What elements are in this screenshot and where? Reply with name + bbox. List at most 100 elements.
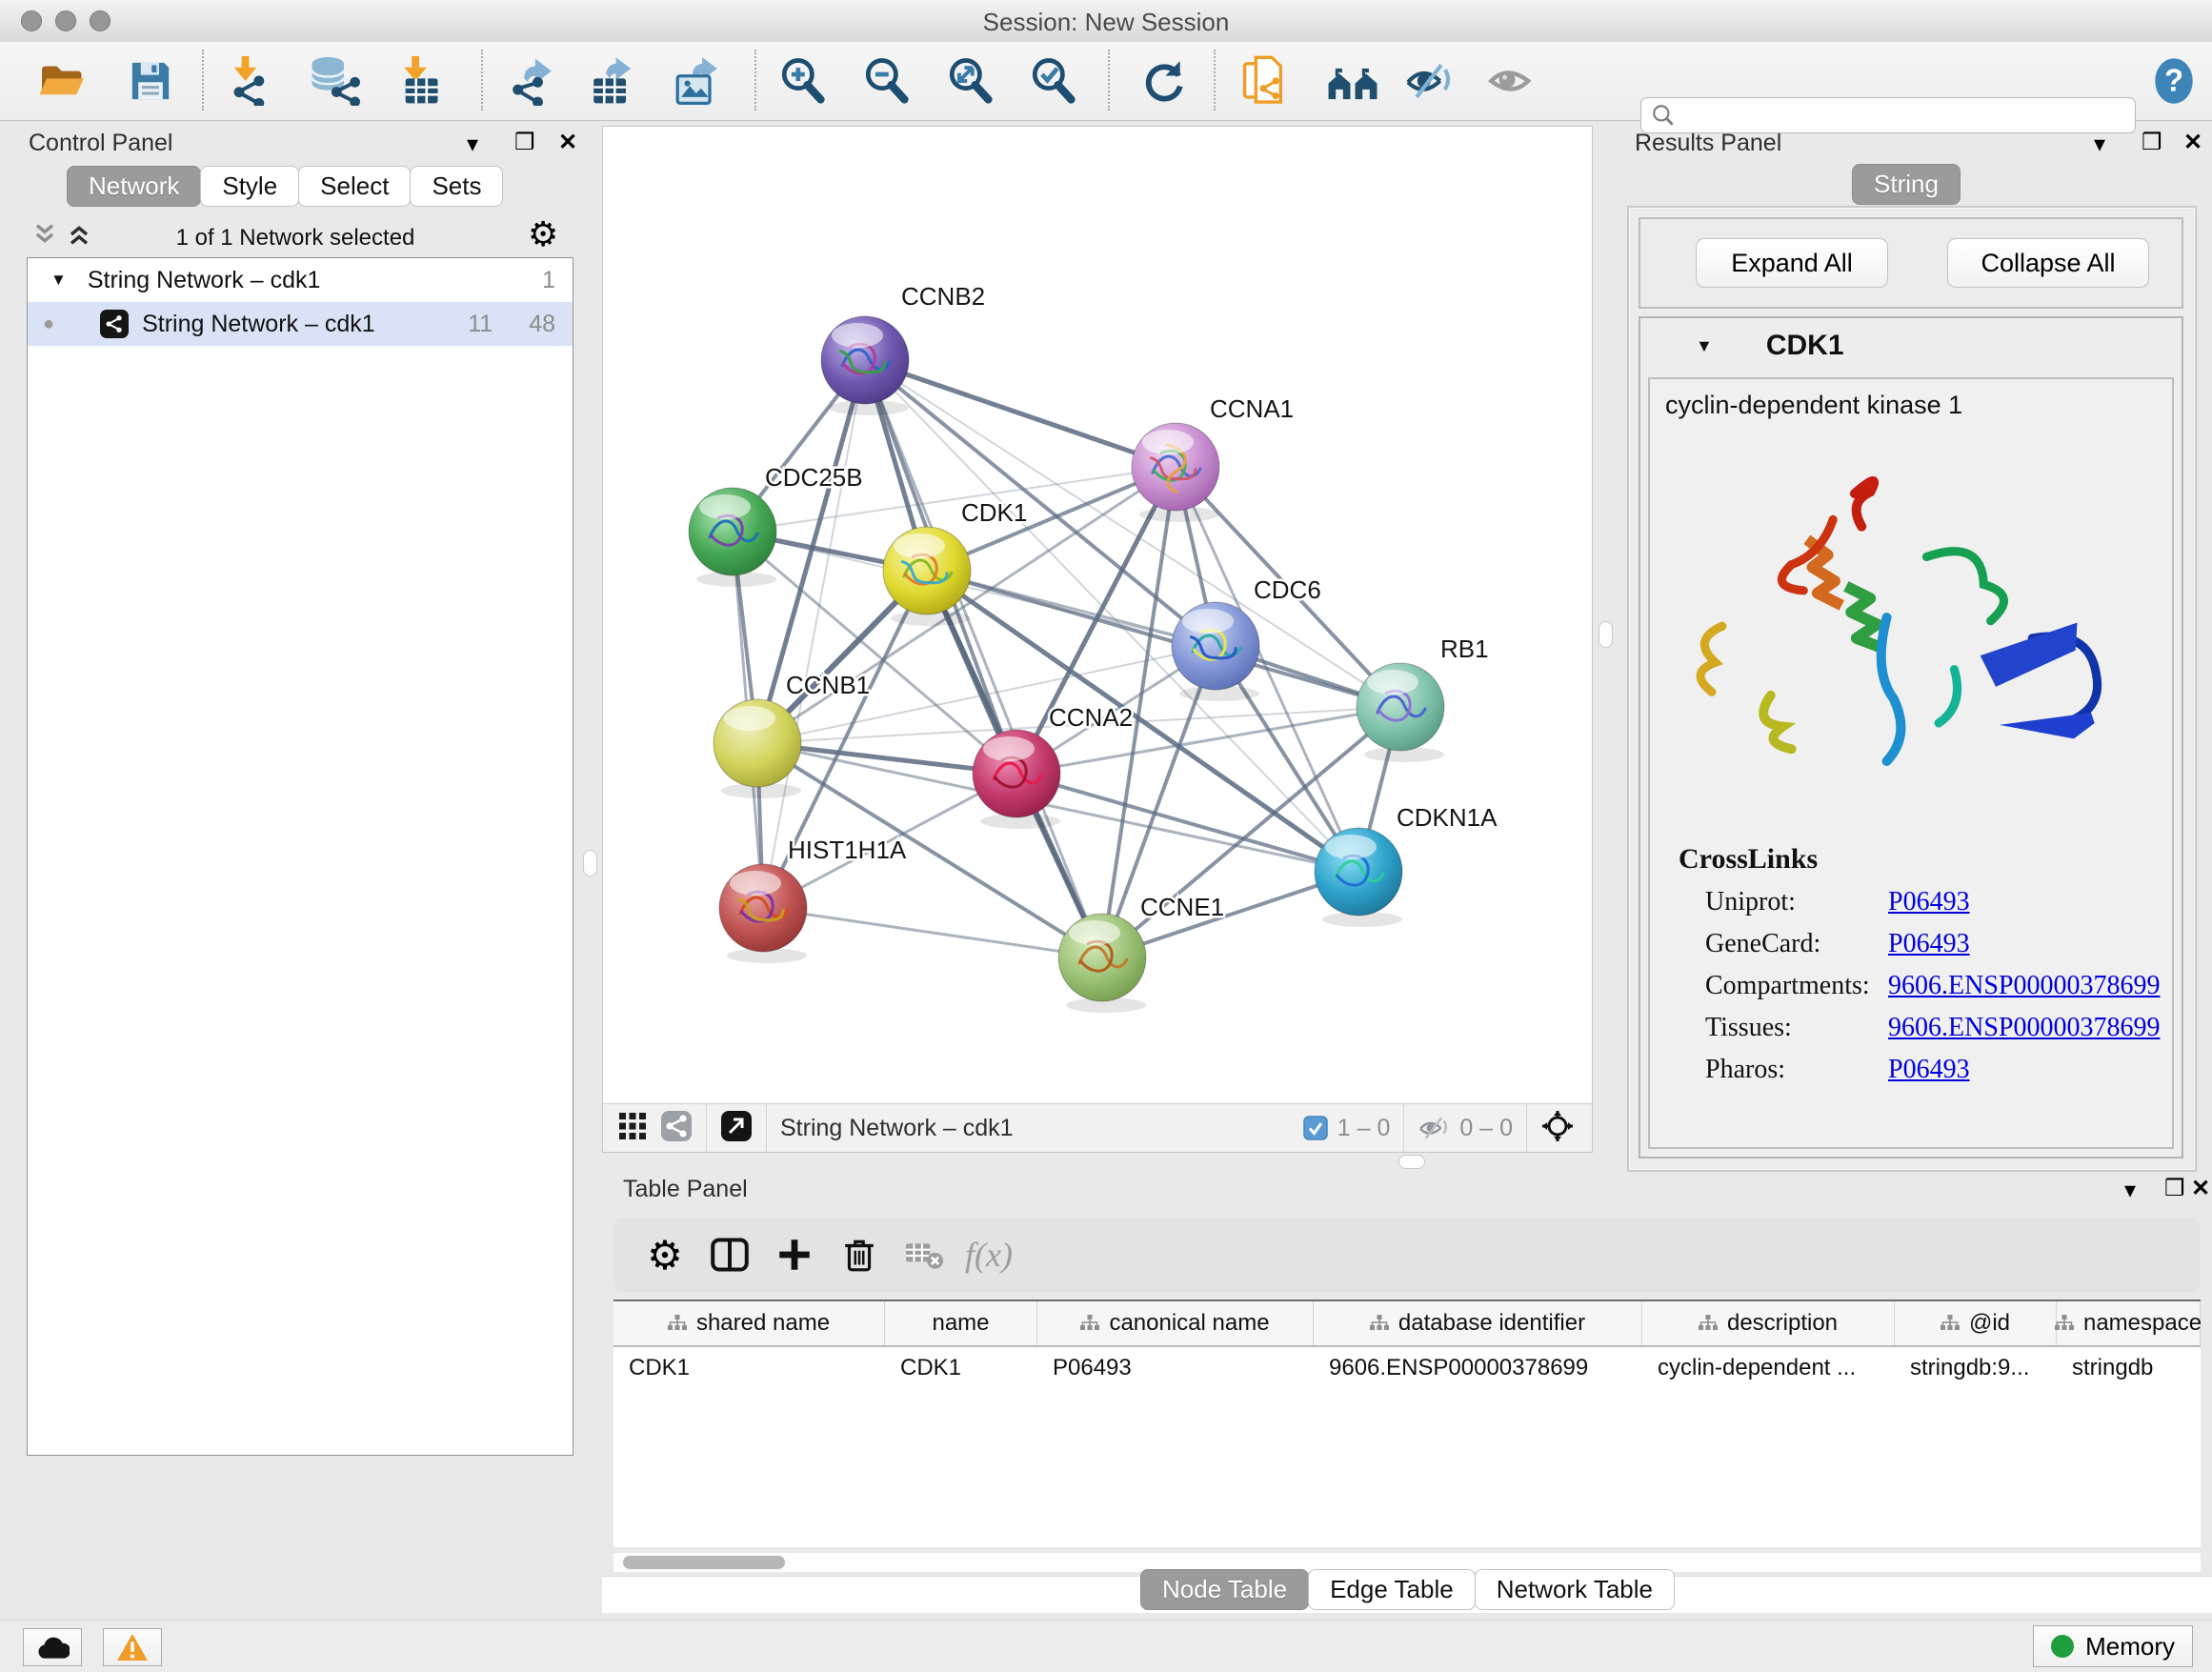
splitter-handle[interactable] [1398, 1155, 1425, 1169]
node-CDKN1A[interactable] [1315, 828, 1402, 927]
scrollbar-thumb[interactable] [623, 1556, 785, 1569]
expand-all-button[interactable]: Expand All [1696, 238, 1888, 288]
table-cell[interactable]: 9606.ENSP00000378699 [1314, 1347, 1642, 1389]
import-network-from-file-button[interactable] [223, 54, 280, 108]
table-cell[interactable]: CDK1 [613, 1347, 885, 1389]
node-CCNA1[interactable] [1132, 423, 1219, 522]
import-network-from-database-button[interactable] [307, 54, 364, 108]
hidden-eye-slash-icon[interactable] [1418, 1115, 1450, 1141]
tab-node-table[interactable]: Node Table [1140, 1569, 1309, 1610]
column-header-label: @id [1969, 1310, 2010, 1337]
detach-view-icon[interactable] [720, 1110, 753, 1147]
table-settings-gear-icon[interactable]: ⚙ [633, 1226, 697, 1283]
close-panel-icon[interactable]: ✕ [2183, 131, 2202, 154]
splitter-handle[interactable] [1599, 621, 1613, 648]
float-panel-icon[interactable]: ❒ [2142, 131, 2162, 154]
new-network-from-selection-button[interactable] [1238, 54, 1296, 108]
column-header--id[interactable]: @id [1895, 1301, 2057, 1345]
card-expander-icon[interactable]: ▼ [1696, 336, 1713, 356]
table-row[interactable]: CDK1CDK1P064939606.ENSP00000378699cyclin… [613, 1347, 2201, 1389]
column-header-namespace[interactable]: namespace [2057, 1301, 2201, 1345]
table-cell[interactable]: cyclin-dependent ... [1642, 1347, 1895, 1389]
tab-style[interactable]: Style [200, 166, 299, 207]
table-cell[interactable]: P06493 [1037, 1347, 1314, 1389]
first-neighbors-button[interactable] [1324, 54, 1381, 108]
tab-network[interactable]: Network [67, 166, 201, 207]
apply-preferred-layout-button[interactable] [1136, 54, 1193, 108]
edge-HIST1H1A-CCNE1[interactable] [763, 908, 1102, 957]
import-table-from-file-button[interactable] [391, 54, 448, 108]
open-session-button[interactable] [34, 54, 91, 108]
column-header-name[interactable]: name [885, 1301, 1037, 1345]
export-network-button[interactable] [503, 54, 560, 108]
zoom-in-button[interactable] [774, 54, 831, 108]
crosslink-link[interactable]: P06493 [1888, 887, 1970, 917]
edge-CCNB2-CCNE1[interactable] [865, 360, 1102, 957]
node-HIST1H1A[interactable] [719, 864, 807, 963]
export-image-button[interactable] [669, 54, 726, 108]
float-panel-icon[interactable]: ❒ [2164, 1178, 2185, 1200]
memory-button[interactable]: Memory [2033, 1625, 2193, 1667]
column-header-shared-name[interactable]: shared name [613, 1301, 885, 1345]
edge-CCNB2-CCNA1[interactable] [865, 360, 1176, 467]
node-CDC25B[interactable] [689, 488, 776, 587]
float-panel-icon[interactable]: ❒ [514, 131, 535, 154]
table-cell[interactable]: CDK1 [885, 1347, 1037, 1389]
crosslink-link[interactable]: 9606.ENSP00000378699 [1888, 1013, 2160, 1043]
panel-menu-icon[interactable]: ▾ [2094, 133, 2105, 156]
node-result-card: ▼ CDK1 cyclin-dependent kinase 1 [1639, 316, 2183, 1158]
network-canvas[interactable]: CCNB2CCNA1CDC25BCDK1CDC6RB1CCNB1CCNA2CDK… [603, 127, 1590, 1102]
panel-menu-icon[interactable]: ▾ [467, 133, 478, 156]
tab-edge-table[interactable]: Edge Table [1308, 1569, 1476, 1610]
network-row[interactable]: ● String Network – cdk1 11 48 [28, 302, 573, 346]
node-RB1[interactable] [1357, 663, 1444, 762]
column-header-description[interactable]: description [1642, 1301, 1895, 1345]
node-CCNE1[interactable] [1058, 914, 1146, 1013]
delete-column-trash-icon[interactable] [827, 1226, 892, 1283]
network-options-gear-icon[interactable]: ⚙ [528, 217, 558, 252]
crosslink-link[interactable]: 9606.ENSP00000378699 [1888, 971, 2160, 1001]
zoom-out-button[interactable] [857, 54, 915, 108]
crosslink-link[interactable]: P06493 [1888, 929, 1970, 959]
cloud-status-button[interactable] [23, 1628, 82, 1666]
birds-eye-view-icon[interactable] [1540, 1109, 1575, 1148]
close-panel-icon[interactable]: ✕ [558, 131, 577, 154]
column-header-canonical-name[interactable]: canonical name [1037, 1301, 1314, 1345]
delete-table-icon[interactable] [892, 1226, 956, 1283]
save-session-button[interactable] [122, 54, 179, 108]
zoom-selected-button[interactable] [1024, 54, 1081, 108]
show-all-button[interactable] [1482, 54, 1539, 108]
edge-CCNB2-HIST1H1A[interactable] [763, 360, 865, 908]
close-panel-icon[interactable]: ✕ [2191, 1178, 2210, 1200]
tab-sets[interactable]: Sets [410, 166, 503, 207]
help-button[interactable]: ? [2145, 54, 2202, 108]
function-builder-icon[interactable]: f(x) [956, 1226, 1021, 1283]
table-cell[interactable]: stringdb [2057, 1347, 2201, 1389]
node-label-CDC25B: CDC25B [765, 463, 863, 492]
splitter-handle[interactable] [583, 850, 597, 876]
show-columns-icon[interactable] [697, 1226, 762, 1283]
collapse-all-button[interactable]: Collapse All [1947, 238, 2149, 288]
edge-CDK1-RB1[interactable] [927, 571, 1400, 707]
node-CCNA2[interactable] [973, 730, 1060, 829]
node-CCNB1[interactable] [714, 699, 801, 798]
zoom-fit-content-button[interactable] [941, 54, 998, 108]
network-collection-row[interactable]: ▼ String Network – cdk1 1 [28, 258, 573, 302]
tab-select[interactable]: Select [298, 166, 411, 207]
node-CDC6[interactable] [1172, 602, 1259, 701]
panel-menu-icon[interactable]: ▾ [2124, 1179, 2136, 1202]
export-table-button[interactable] [585, 54, 642, 108]
tab-string[interactable]: String [1852, 164, 1961, 205]
crosslink-link[interactable]: P06493 [1888, 1055, 1970, 1085]
column-header-label: namespace [2083, 1310, 2201, 1337]
column-header-database-identifier[interactable]: database identifier [1314, 1301, 1642, 1345]
view-network-icon[interactable] [660, 1110, 693, 1147]
view-grid-icon[interactable] [618, 1112, 647, 1145]
selected-checkbox-icon[interactable] [1303, 1116, 1328, 1140]
warning-status-button[interactable] [103, 1628, 162, 1666]
hide-selected-button[interactable] [1400, 54, 1458, 108]
create-column-icon[interactable] [762, 1226, 827, 1283]
table-cell[interactable]: stringdb:9... [1895, 1347, 2057, 1389]
tab-network-table[interactable]: Network Table [1475, 1569, 1675, 1610]
tree-expander-icon[interactable]: ▼ [50, 271, 67, 290]
